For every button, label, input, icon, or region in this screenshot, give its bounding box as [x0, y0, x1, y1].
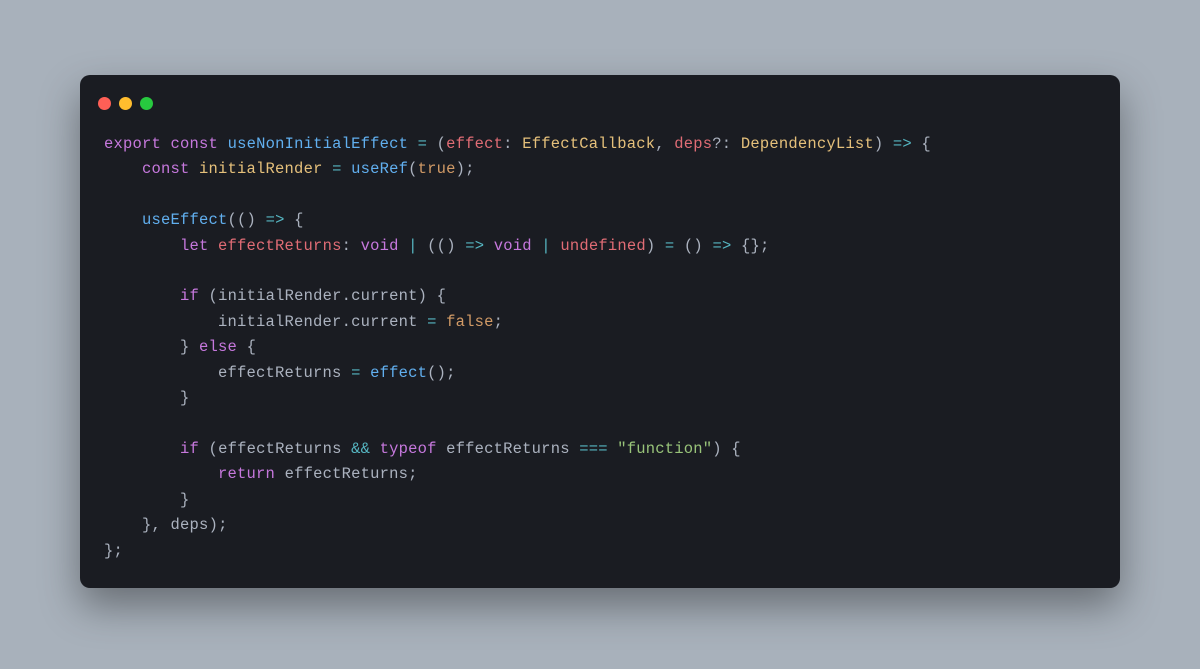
var-deps: deps	[171, 516, 209, 534]
maximize-icon[interactable]	[140, 97, 153, 110]
keyword-if: if	[180, 287, 199, 305]
var-effect-returns: effectReturns	[446, 440, 570, 458]
literal-true: true	[418, 160, 456, 178]
literal-false: false	[446, 313, 494, 331]
ref-initial-render: initialRender	[218, 287, 342, 305]
close-icon[interactable]	[98, 97, 111, 110]
keyword-let: let	[180, 237, 209, 255]
param-effect: effect	[446, 135, 503, 153]
minimize-icon[interactable]	[119, 97, 132, 110]
type-void: void	[494, 237, 532, 255]
keyword-typeof: typeof	[380, 440, 437, 458]
var-effect-returns: effectReturns	[218, 440, 342, 458]
code-window: export const useNonInitialEffect = (effe…	[80, 75, 1120, 588]
window-titlebar	[80, 93, 1120, 124]
var-effect-returns: effectReturns	[218, 364, 342, 382]
type-dependency-list: DependencyList	[741, 135, 874, 153]
prop-current: current	[351, 313, 418, 331]
string-function: "function"	[617, 440, 712, 458]
fn-useeffect: useEffect	[142, 211, 228, 229]
param-deps: deps	[674, 135, 712, 153]
code-block: export const useNonInitialEffect = (effe…	[80, 124, 1120, 564]
var-effect-returns: effectReturns	[218, 237, 342, 255]
keyword-const: const	[171, 135, 219, 153]
var-effect-returns: effectReturns	[285, 465, 409, 483]
type-undefined: undefined	[560, 237, 646, 255]
prop-current: current	[351, 287, 418, 305]
fn-effect-call: effect	[370, 364, 427, 382]
keyword-else: else	[199, 338, 237, 356]
keyword-export: export	[104, 135, 161, 153]
keyword-const: const	[142, 160, 190, 178]
type-effect-callback: EffectCallback	[522, 135, 655, 153]
keyword-return: return	[218, 465, 275, 483]
keyword-if: if	[180, 440, 199, 458]
fn-useref: useRef	[351, 160, 408, 178]
function-name: useNonInitialEffect	[228, 135, 409, 153]
type-void: void	[361, 237, 399, 255]
var-initial-render: initialRender	[199, 160, 323, 178]
ref-initial-render: initialRender	[218, 313, 342, 331]
